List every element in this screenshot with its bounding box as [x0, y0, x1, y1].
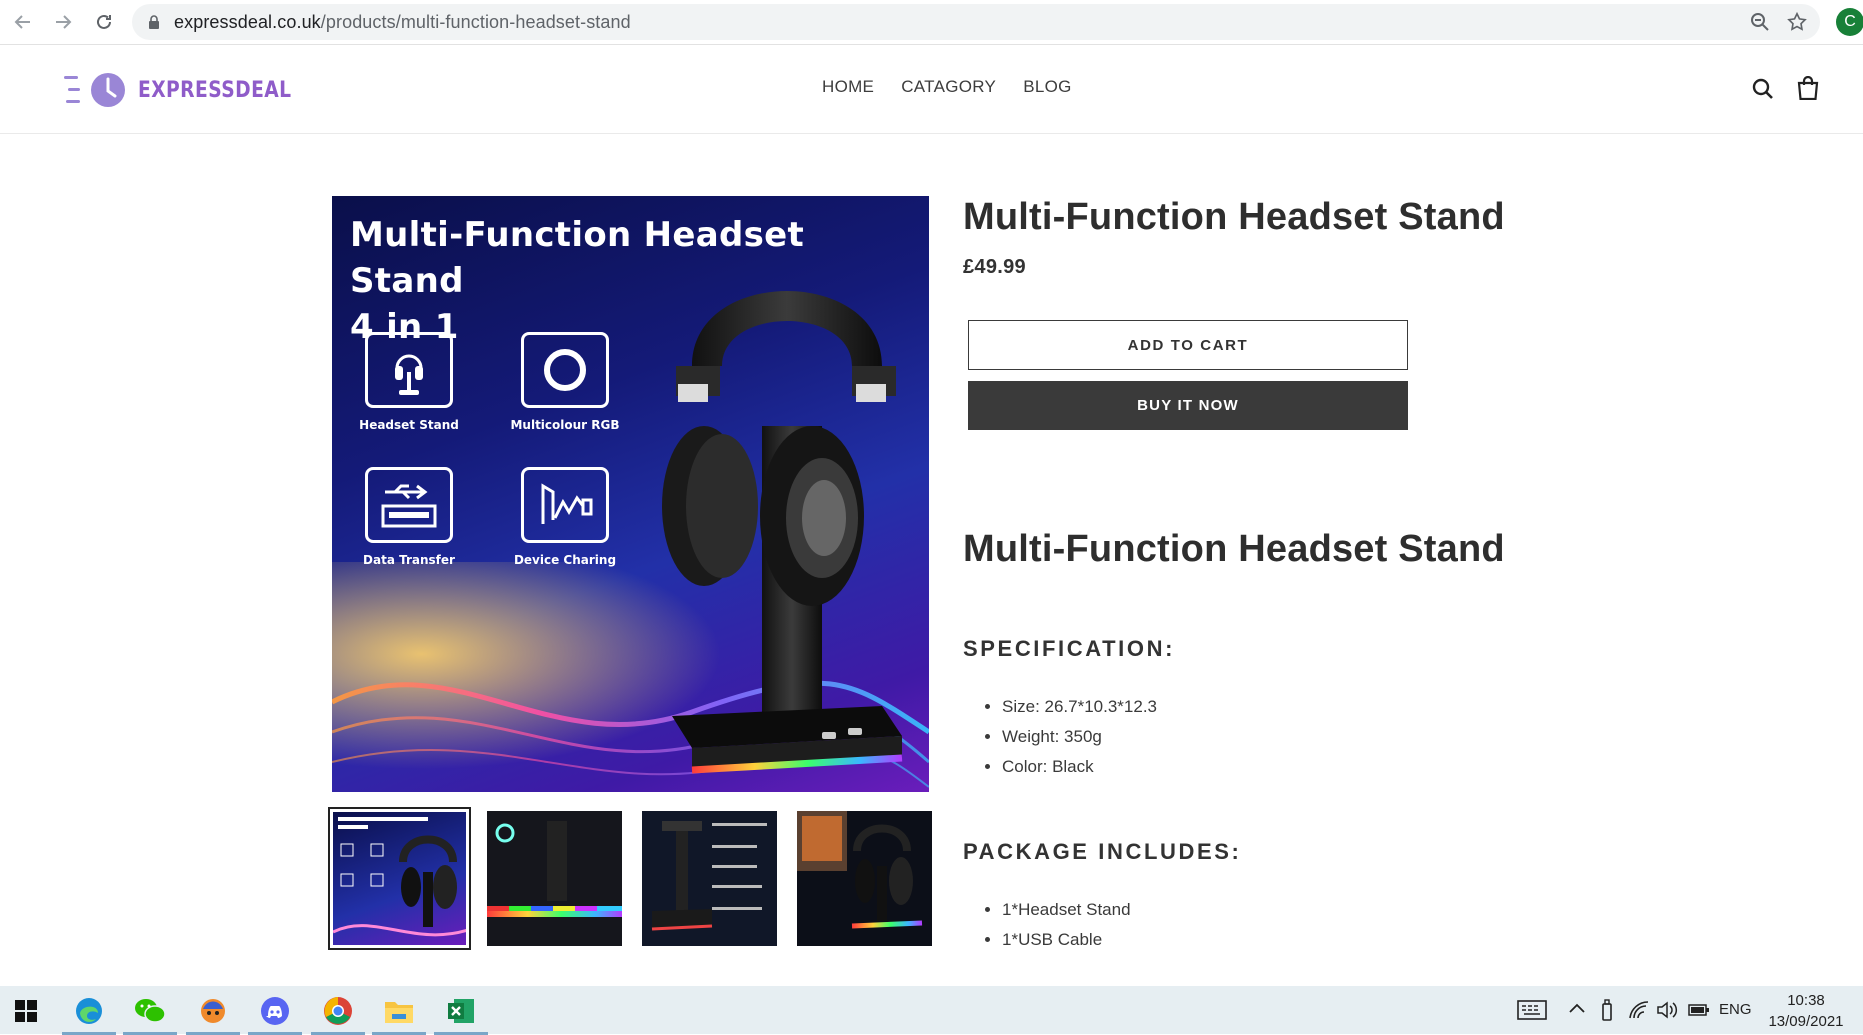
thumbnail-image	[487, 821, 622, 917]
wifi-icon[interactable]	[1628, 1000, 1650, 1020]
usb-device-icon[interactable]	[1600, 998, 1614, 1022]
description-title: Multi-Function Headset Stand	[963, 528, 1505, 570]
lock-icon	[149, 15, 159, 29]
bookmark-star-icon[interactable]	[1786, 11, 1808, 33]
thumbnail-image	[333, 812, 466, 945]
charging-icon	[521, 467, 609, 543]
list-item: 1*USB Cable	[1002, 925, 1131, 955]
zoom-icon[interactable]	[1750, 12, 1770, 32]
package-heading: PACKAGE INCLUDES:	[963, 839, 1242, 864]
list-item: Weight: 350g	[1002, 722, 1157, 752]
feature-data-transfer: Data Transfer	[344, 467, 474, 567]
clock-date: 13/09/2021	[1768, 1013, 1844, 1030]
file-explorer-icon[interactable]	[372, 994, 426, 1035]
feature-label: Headset Stand	[359, 418, 459, 432]
buy-it-now-button[interactable]: BUY IT NOW	[968, 381, 1408, 430]
thumbnail-gallery	[328, 807, 932, 951]
touch-keyboard-icon[interactable]	[1517, 998, 1547, 1022]
logo-text: EXPRESSDEAL	[138, 77, 292, 103]
nav-blog[interactable]: BLOG	[1023, 77, 1071, 97]
back-icon[interactable]	[10, 9, 36, 35]
thumbnail-4[interactable]	[797, 811, 932, 946]
feature-headset-stand: Headset Stand	[344, 332, 474, 432]
cart-icon[interactable]	[1797, 76, 1819, 100]
forward-icon[interactable]	[50, 9, 76, 35]
feature-multicolour-rgb: Multicolour RGB	[500, 332, 630, 432]
nav-catagory[interactable]: CATAGORY	[901, 77, 996, 97]
specification-list: Size: 26.7*10.3*12.3 Weight: 350g Color:…	[1002, 692, 1157, 782]
list-item: 1*Headset Stand	[1002, 895, 1131, 925]
feature-device-charging: Device Charing	[500, 467, 630, 567]
excel-icon[interactable]	[434, 994, 488, 1035]
search-icon[interactable]	[1752, 78, 1774, 100]
edge-icon[interactable]	[62, 994, 116, 1035]
thumbnail-image	[797, 811, 923, 929]
discord-icon[interactable]	[248, 994, 302, 1035]
thumbnail-1[interactable]	[328, 807, 471, 950]
chevron-up-icon[interactable]	[1568, 1002, 1586, 1014]
list-item: Size: 26.7*10.3*12.3	[1002, 692, 1157, 722]
site-logo[interactable]: EXPRESSDEAL	[64, 70, 319, 110]
usb-icon	[365, 467, 453, 543]
url-text: expressdeal.co.uk/products/multi-functio…	[174, 12, 631, 33]
url-domain: expressdeal.co.uk	[174, 12, 321, 32]
feature-label: Data Transfer	[363, 553, 455, 567]
game-app-icon[interactable]	[186, 994, 240, 1035]
windows-taskbar: ENG 10:38 13/09/2021	[0, 986, 1863, 1035]
thumbnail-3[interactable]	[642, 811, 777, 946]
url-path: /products/multi-function-headset-stand	[320, 12, 631, 32]
feature-label: Multicolour RGB	[510, 418, 620, 432]
address-bar[interactable]: expressdeal.co.uk/products/multi-functio…	[132, 4, 1820, 40]
profile-avatar[interactable]: C	[1836, 8, 1863, 36]
feature-label: Device Charing	[513, 553, 617, 567]
product-main-image[interactable]: Multi-Function Headset Stand 4 in 1 Head…	[332, 196, 929, 792]
product-price: £49.99	[963, 256, 1026, 278]
product-title: Multi-Function Headset Stand	[963, 196, 1505, 238]
rgb-ring-icon	[521, 332, 609, 408]
headset-stand-photo	[662, 291, 903, 774]
system-clock[interactable]: 10:38 13/09/2021	[1766, 990, 1846, 1032]
language-indicator[interactable]: ENG	[1719, 1001, 1752, 1018]
volume-icon[interactable]	[1656, 1000, 1678, 1020]
clock-time: 10:38	[1787, 992, 1825, 1009]
thumbnail-image	[651, 821, 767, 931]
main-nav: HOME CATAGORY BLOG	[822, 77, 1072, 97]
list-item: Color: Black	[1002, 752, 1157, 782]
thumbnail-2[interactable]	[487, 811, 622, 946]
logo-clock-icon	[64, 70, 130, 110]
browser-toolbar: expressdeal.co.uk/products/multi-functio…	[0, 0, 1863, 45]
headset-stand-icon	[365, 332, 453, 408]
wechat-icon[interactable]	[123, 994, 177, 1035]
package-list: 1*Headset Stand 1*USB Cable	[1002, 895, 1131, 955]
reload-icon[interactable]	[91, 9, 117, 35]
add-to-cart-button[interactable]: ADD TO CART	[968, 320, 1408, 370]
battery-icon[interactable]	[1688, 1003, 1710, 1017]
chrome-icon[interactable]	[311, 994, 365, 1035]
site-header: EXPRESSDEAL HOME CATAGORY BLOG	[0, 46, 1863, 134]
specification-heading: SPECIFICATION:	[963, 636, 1175, 661]
nav-home[interactable]: HOME	[822, 77, 874, 97]
windows-start-icon[interactable]	[9, 994, 43, 1028]
